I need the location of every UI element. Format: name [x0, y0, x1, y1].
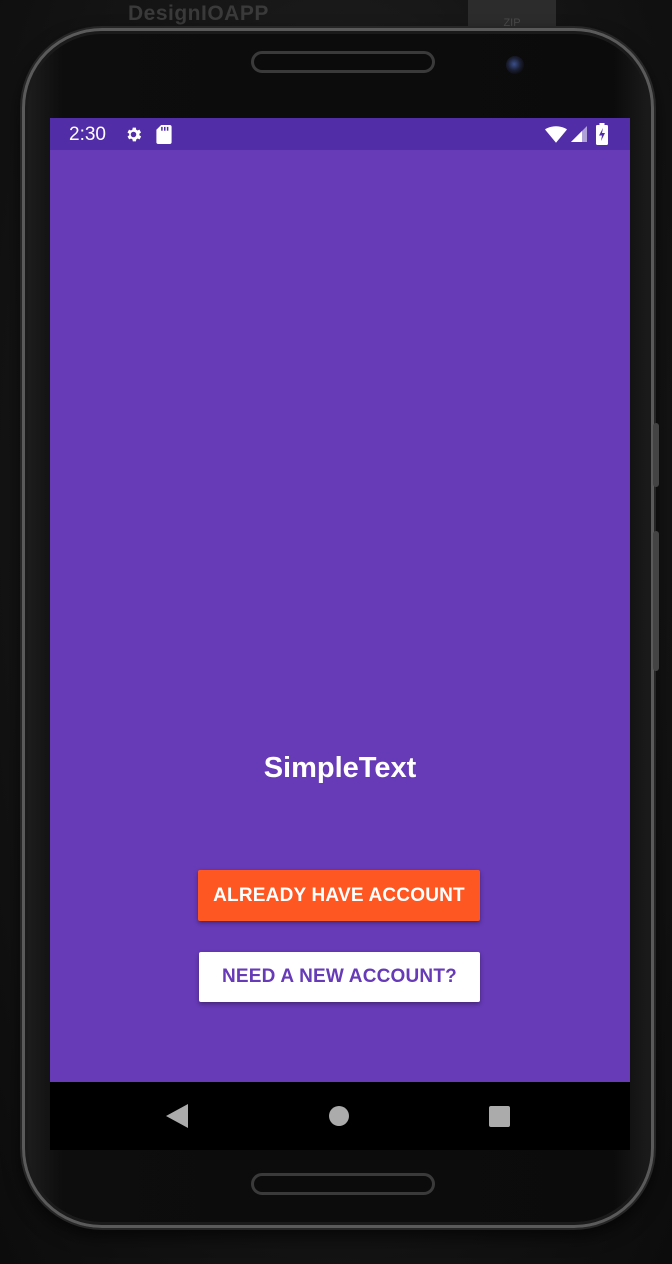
top-speaker: [251, 51, 435, 73]
sd-card-icon: [156, 125, 172, 144]
already-have-account-button[interactable]: ALREADY HAVE ACCOUNT: [198, 870, 480, 921]
status-time: 2:30: [69, 124, 106, 145]
signal-icon: [571, 126, 587, 142]
wifi-icon: [545, 126, 567, 143]
status-bar: 2:30: [50, 118, 630, 150]
gear-icon: [127, 127, 142, 142]
battery-charging-icon: [596, 123, 608, 145]
power-button: [653, 531, 659, 671]
app-title: SimpleText: [263, 752, 417, 784]
nav-recents-button[interactable]: [403, 1082, 596, 1150]
recents-icon: [489, 1106, 510, 1127]
navigation-bar: [50, 1082, 630, 1150]
volume-button: [653, 423, 659, 487]
home-icon: [329, 1106, 349, 1126]
back-icon: [166, 1104, 188, 1128]
bottom-speaker: [251, 1173, 435, 1195]
front-camera: [506, 56, 524, 74]
need-new-account-button[interactable]: NEED A NEW ACCOUNT?: [199, 952, 480, 1002]
background-title: DesignIOAPP: [128, 2, 269, 25]
phone-screen: 2:30 SimpleText ALREADY HAVE ACCOUNT NEE…: [50, 118, 630, 1150]
